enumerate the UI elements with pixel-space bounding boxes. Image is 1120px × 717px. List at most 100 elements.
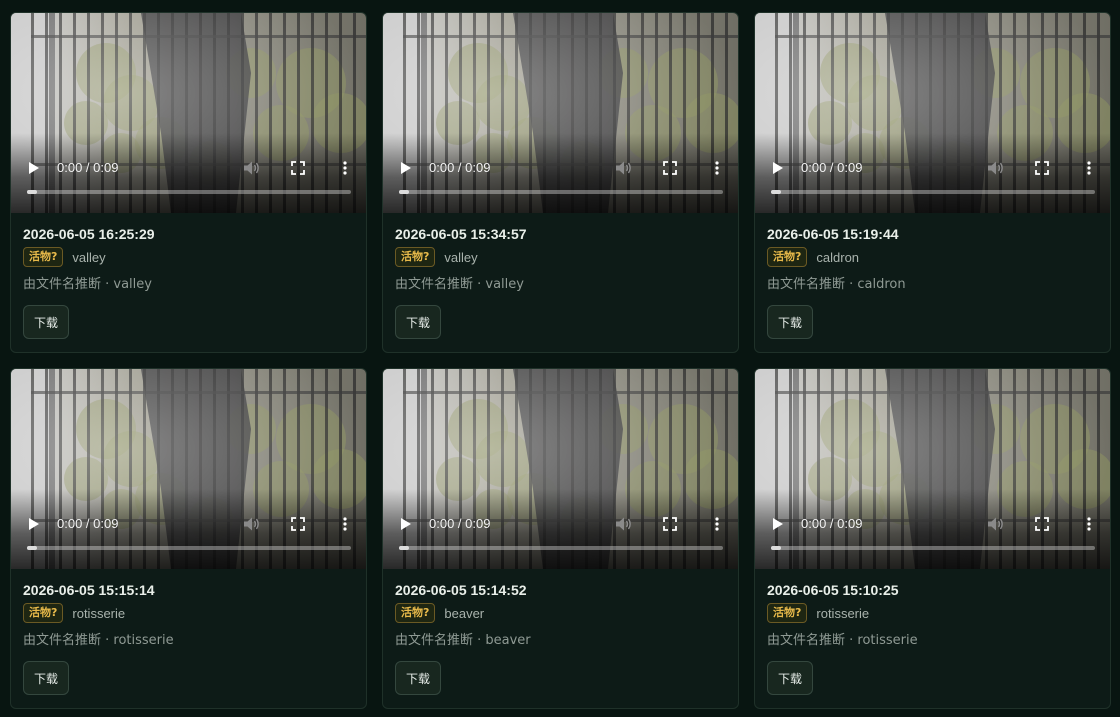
- play-icon[interactable]: [26, 516, 42, 532]
- more-vertical-icon[interactable]: [1085, 516, 1093, 532]
- more-vertical-icon[interactable]: [713, 516, 721, 532]
- inferred-label: 由文件名推断 · beaver: [395, 633, 531, 648]
- play-icon[interactable]: [770, 160, 786, 176]
- fullscreen-icon[interactable]: [290, 516, 306, 532]
- video-player[interactable]: 0:00 / 0:09: [755, 369, 1110, 569]
- video-player[interactable]: 0:00 / 0:09: [11, 369, 366, 569]
- inferred-label: 由文件名推断 · rotisserie: [23, 633, 174, 648]
- status-badge: 活物?: [395, 247, 436, 267]
- label-name: rotisserie: [816, 605, 870, 621]
- video-player[interactable]: 0:00 / 0:09: [11, 13, 366, 213]
- label-name: caldron: [816, 249, 860, 265]
- video-controls: 0:00 / 0:09: [11, 489, 366, 569]
- download-button[interactable]: 下载: [23, 661, 69, 695]
- volume-icon[interactable]: [615, 160, 633, 176]
- video-card: 0:00 / 0:09 2026-06-05 15:10:25 活物? roti…: [754, 368, 1111, 709]
- fullscreen-icon[interactable]: [662, 516, 678, 532]
- more-vertical-icon[interactable]: [341, 516, 349, 532]
- video-time: 0:00 / 0:09: [429, 516, 491, 531]
- video-player[interactable]: 0:00 / 0:09: [755, 13, 1110, 213]
- tag-row: 活物? beaver: [395, 602, 726, 624]
- more-vertical-icon[interactable]: [713, 160, 721, 176]
- progress-fill: [771, 546, 781, 550]
- progress-bar[interactable]: [27, 190, 351, 194]
- tag-row: 活物? valley: [395, 246, 726, 268]
- more-vertical-icon[interactable]: [341, 160, 349, 176]
- video-card: 0:00 / 0:09 2026-06-05 15:34:57 活物? vall…: [382, 12, 739, 353]
- play-icon[interactable]: [26, 160, 42, 176]
- tag-row: 活物? rotisserie: [767, 602, 1098, 624]
- inferred-label: 由文件名推断 · valley: [23, 277, 152, 292]
- download-button[interactable]: 下载: [767, 305, 813, 339]
- label-name: beaver: [444, 605, 485, 621]
- timestamp: 2026-06-05 15:10:25: [767, 582, 899, 598]
- inferred-label: 由文件名推断 · rotisserie: [767, 633, 918, 648]
- timestamp: 2026-06-05 15:34:57: [395, 226, 527, 242]
- label-name: valley: [444, 249, 478, 265]
- fullscreen-icon[interactable]: [1034, 516, 1050, 532]
- fullscreen-icon[interactable]: [290, 160, 306, 176]
- play-icon[interactable]: [770, 516, 786, 532]
- progress-fill: [399, 546, 409, 550]
- video-player[interactable]: 0:00 / 0:09: [383, 13, 738, 213]
- status-badge: 活物?: [767, 247, 808, 267]
- volume-icon[interactable]: [243, 160, 261, 176]
- video-time: 0:00 / 0:09: [801, 160, 863, 175]
- progress-fill: [27, 546, 37, 550]
- download-button[interactable]: 下载: [767, 661, 813, 695]
- video-card: 0:00 / 0:09 2026-06-05 16:25:29 活物? vall…: [10, 12, 367, 353]
- progress-bar[interactable]: [27, 546, 351, 550]
- volume-icon[interactable]: [987, 516, 1005, 532]
- download-button[interactable]: 下载: [395, 305, 441, 339]
- fullscreen-icon[interactable]: [1034, 160, 1050, 176]
- volume-icon[interactable]: [615, 516, 633, 532]
- progress-fill: [27, 190, 37, 194]
- timestamp: 2026-06-05 15:19:44: [767, 226, 899, 242]
- video-time: 0:00 / 0:09: [57, 516, 119, 531]
- card-info: 2026-06-05 15:10:25 活物? rotisserie 由文件名推…: [755, 569, 1110, 695]
- volume-icon[interactable]: [987, 160, 1005, 176]
- label-name: rotisserie: [72, 605, 126, 621]
- tag-row: 活物? caldron: [767, 246, 1098, 268]
- video-controls: 0:00 / 0:09: [11, 133, 366, 213]
- video-time: 0:00 / 0:09: [429, 160, 491, 175]
- timestamp: 2026-06-05 16:25:29: [23, 226, 155, 242]
- play-icon[interactable]: [398, 516, 414, 532]
- inferred-label: 由文件名推断 · caldron: [767, 277, 906, 292]
- download-button[interactable]: 下载: [395, 661, 441, 695]
- fullscreen-icon[interactable]: [662, 160, 678, 176]
- progress-bar[interactable]: [399, 546, 723, 550]
- card-info: 2026-06-05 15:19:44 活物? caldron 由文件名推断 ·…: [755, 213, 1110, 339]
- card-info: 2026-06-05 15:15:14 活物? rotisserie 由文件名推…: [11, 569, 366, 695]
- play-icon[interactable]: [398, 160, 414, 176]
- inferred-label: 由文件名推断 · valley: [395, 277, 524, 292]
- video-controls: 0:00 / 0:09: [383, 133, 738, 213]
- video-card: 0:00 / 0:09 2026-06-05 15:19:44 活物? cald…: [754, 12, 1111, 353]
- card-info: 2026-06-05 15:14:52 活物? beaver 由文件名推断 · …: [383, 569, 738, 695]
- timestamp: 2026-06-05 15:15:14: [23, 582, 155, 598]
- tag-row: 活物? rotisserie: [23, 602, 354, 624]
- more-vertical-icon[interactable]: [1085, 160, 1093, 176]
- download-button[interactable]: 下载: [23, 305, 69, 339]
- video-time: 0:00 / 0:09: [801, 516, 863, 531]
- card-info: 2026-06-05 16:25:29 活物? valley 由文件名推断 · …: [11, 213, 366, 339]
- video-card: 0:00 / 0:09 2026-06-05 15:15:14 活物? roti…: [10, 368, 367, 709]
- card-info: 2026-06-05 15:34:57 活物? valley 由文件名推断 · …: [383, 213, 738, 339]
- status-badge: 活物?: [23, 603, 64, 623]
- progress-bar[interactable]: [399, 190, 723, 194]
- status-badge: 活物?: [23, 247, 64, 267]
- volume-icon[interactable]: [243, 516, 261, 532]
- video-controls: 0:00 / 0:09: [755, 489, 1110, 569]
- video-player[interactable]: 0:00 / 0:09: [383, 369, 738, 569]
- status-badge: 活物?: [395, 603, 436, 623]
- progress-fill: [399, 190, 409, 194]
- video-controls: 0:00 / 0:09: [755, 133, 1110, 213]
- tag-row: 活物? valley: [23, 246, 354, 268]
- video-time: 0:00 / 0:09: [57, 160, 119, 175]
- progress-bar[interactable]: [771, 546, 1095, 550]
- progress-bar[interactable]: [771, 190, 1095, 194]
- status-badge: 活物?: [767, 603, 808, 623]
- progress-fill: [771, 190, 781, 194]
- video-controls: 0:00 / 0:09: [383, 489, 738, 569]
- label-name: valley: [72, 249, 106, 265]
